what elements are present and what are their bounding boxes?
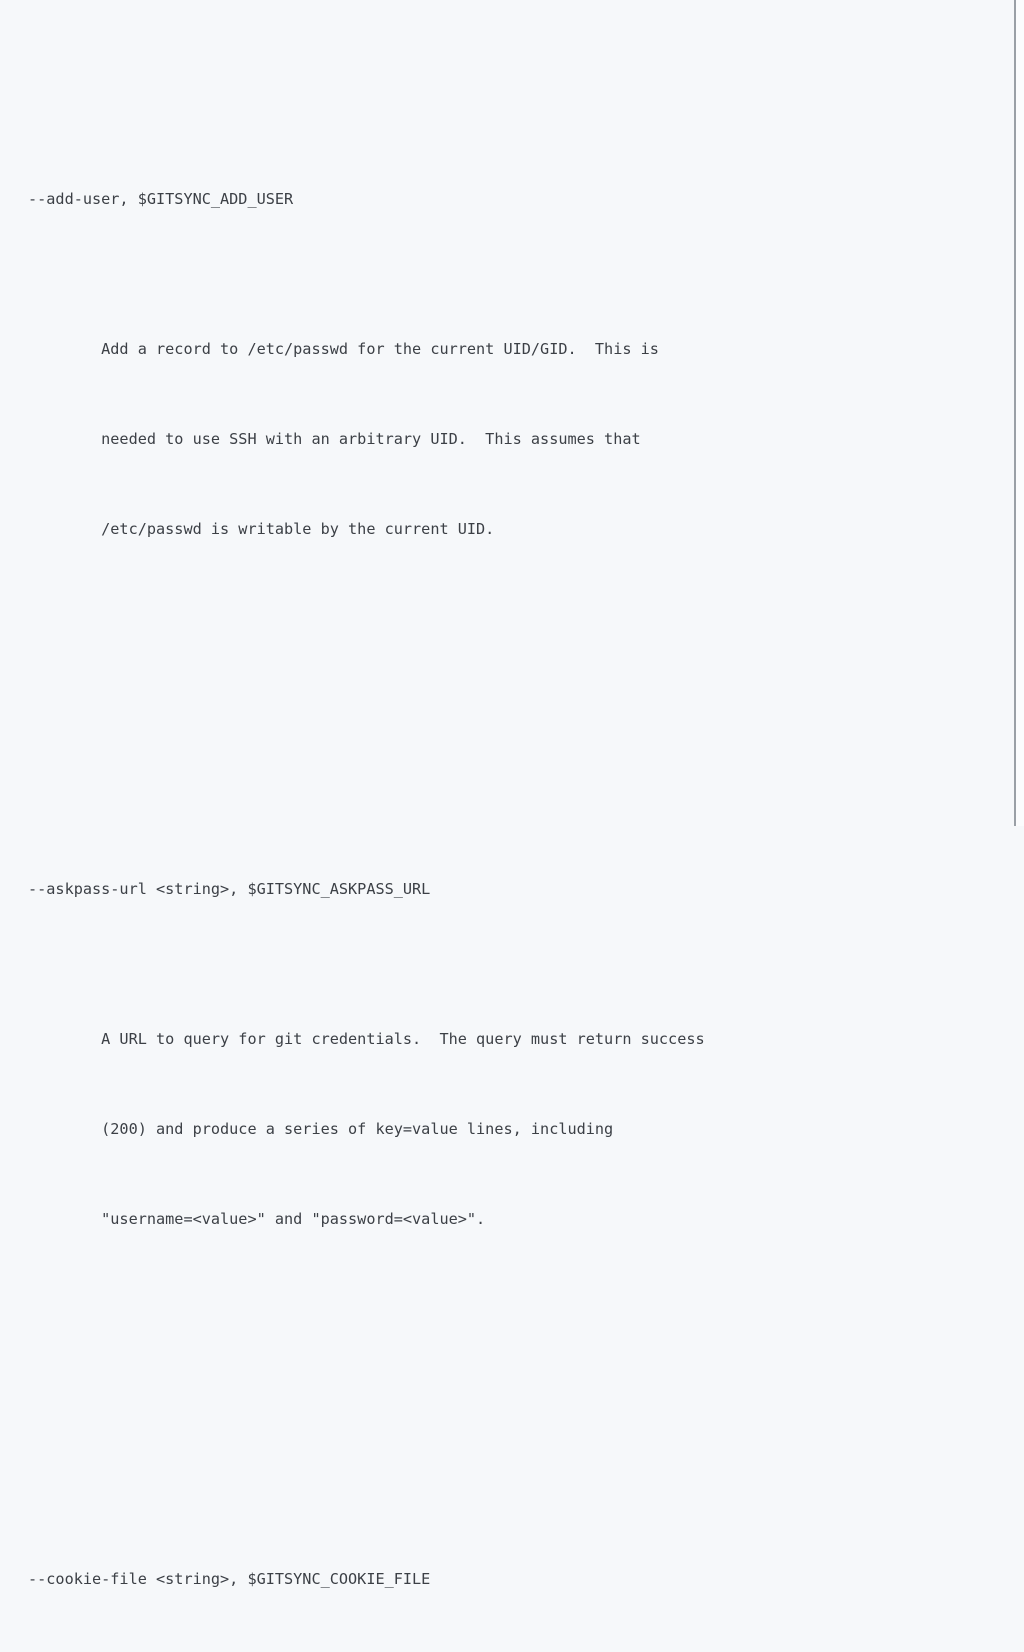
- window-right-border: [1014, 0, 1016, 826]
- description-line: needed to use SSH with an arbitrary UID.…: [28, 430, 641, 448]
- flag-signature: --add-user, $GITSYNC_ADD_USER: [28, 190, 294, 208]
- help-document-viewport[interactable]: --add-user, $GITSYNC_ADD_USER Add a reco…: [0, 0, 1024, 1588]
- help-text-body: --add-user, $GITSYNC_ADD_USER Add a reco…: [28, 4, 1012, 1652]
- flag-entry-askpass-url: --askpass-url <string>, $GITSYNC_ASKPASS…: [28, 814, 1012, 1354]
- description-line: A URL to query for git credentials. The …: [28, 1030, 705, 1048]
- flag-description: Add a record to /etc/passwd for the curr…: [28, 274, 1012, 604]
- flag-entry-add-user: --add-user, $GITSYNC_ADD_USER Add a reco…: [28, 124, 1012, 664]
- description-line: /etc/passwd is writable by the current U…: [28, 520, 495, 538]
- flag-entry-cookie-file: --cookie-file <string>, $GITSYNC_COOKIE_…: [28, 1504, 1012, 1652]
- description-line: "username=<value>" and "password=<value>…: [28, 1210, 486, 1228]
- flag-signature: --askpass-url <string>, $GITSYNC_ASKPASS…: [28, 880, 431, 898]
- description-line: (200) and produce a series of key=value …: [28, 1120, 614, 1138]
- flag-description: A URL to query for git credentials. The …: [28, 964, 1012, 1294]
- description-line: Add a record to /etc/passwd for the curr…: [28, 340, 659, 358]
- flag-signature: --cookie-file <string>, $GITSYNC_COOKIE_…: [28, 1570, 431, 1588]
- window-right-gutter: [1016, 0, 1024, 826]
